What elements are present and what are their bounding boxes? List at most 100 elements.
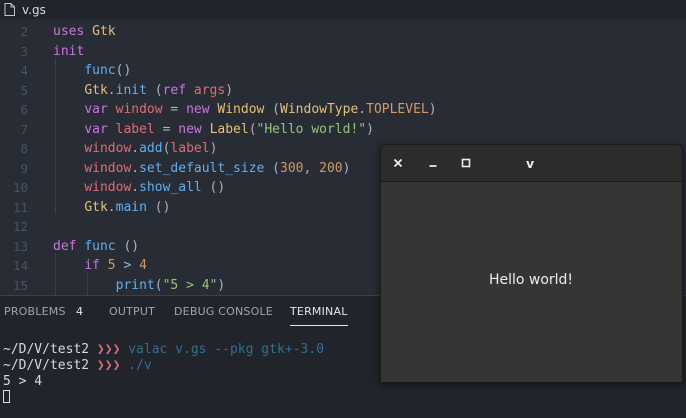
code-token: Label (209, 121, 249, 137)
code-text: window.add(label) (53, 139, 217, 159)
code-text: def func () (53, 237, 139, 257)
code-token: () (115, 63, 132, 78)
code-token: Gtk (92, 24, 116, 39)
code-token: . (131, 180, 140, 195)
code-text: print("5 > 4") (53, 276, 226, 296)
code-token: "Hello world!" (256, 121, 367, 137)
tab-debug-console[interactable]: DEBUG CONSOLE (174, 305, 273, 318)
tab-output[interactable]: OUTPUT (109, 305, 155, 318)
code-text: var label = new Label("Hello world!") (53, 120, 374, 140)
prompt-arrows: ❯❯❯ (96, 358, 121, 373)
code-token: . (358, 102, 367, 117)
code-token: Window (217, 102, 265, 117)
code-line[interactable]: 2 uses Gtk (0, 22, 686, 42)
code-token: , (303, 160, 320, 176)
terminal-input-line[interactable] (3, 390, 10, 406)
tab-problems[interactable]: PROBLEMS (4, 305, 66, 318)
code-token: ( (264, 160, 280, 176)
code-token: 4 (139, 258, 147, 273)
code-token: ) (342, 160, 351, 176)
code-text: Gtk.main () (53, 198, 170, 218)
code-token: init (53, 43, 85, 59)
code-line[interactable]: 7 var label = new Label("Hello world!") (0, 120, 686, 140)
code-line[interactable]: 4 func() (0, 61, 686, 81)
code-line[interactable]: 3 init (0, 42, 686, 62)
code-token: ( (146, 82, 163, 98)
line-number: 13 (12, 238, 28, 254)
line-number: 4 (20, 63, 28, 78)
file-icon (4, 3, 15, 16)
code-token: WindowType (280, 102, 359, 117)
tab-v-gs[interactable]: v.gs (0, 0, 46, 19)
code-text: uses Gtk (53, 22, 116, 42)
line-number: 14 (12, 258, 28, 273)
code-line[interactable]: 6 var window = new Window (WindowType.TO… (0, 100, 686, 120)
line-number: 2 (20, 24, 28, 39)
code-token: label (115, 121, 155, 137)
minimize-icon[interactable] (425, 155, 441, 171)
code-token: () (115, 238, 140, 254)
code-line[interactable]: 5 Gtk.init (ref args) (0, 81, 686, 101)
line-number: 7 (20, 121, 28, 137)
window-title: v (526, 156, 535, 171)
code-token: ( (248, 121, 257, 137)
code-token: print (115, 277, 155, 293)
code-token: add (139, 141, 163, 156)
terminal-cursor (3, 390, 10, 403)
code-token: . (131, 160, 140, 176)
problems-count-badge: 4 (76, 305, 83, 318)
maximize-icon[interactable] (458, 155, 474, 171)
line-number: 10 (12, 180, 28, 195)
code-token: 5 (107, 258, 116, 273)
code-token: window (115, 102, 163, 117)
code-token: Gtk (84, 82, 108, 98)
terminal-output: 5 > 4 (3, 374, 43, 389)
line-number: 3 (20, 43, 28, 59)
terminal-prompt: ~/D/V/test2 (3, 342, 90, 357)
code-token: new (178, 121, 202, 137)
code-token: ) (209, 141, 218, 156)
code-text: func() (53, 61, 131, 81)
code-token: ( (264, 102, 281, 117)
code-text: var window = new Window (WindowType.TOPL… (53, 100, 437, 120)
code-token: var (84, 121, 108, 137)
code-token: "5 > 4" (162, 277, 218, 293)
terminal-command: ./v (128, 358, 152, 373)
code-token: if (84, 258, 100, 273)
code-token: ) (217, 277, 226, 293)
code-token: ) (366, 121, 374, 137)
terminal-prompt: ~/D/V/test2 (3, 358, 90, 373)
code-token: new (186, 102, 210, 117)
close-icon[interactable] (390, 155, 406, 171)
tab-terminal[interactable]: TERMINAL (290, 305, 348, 326)
tab-title: v.gs (22, 2, 46, 17)
line-number: 5 (20, 82, 28, 98)
code-token: ( (154, 277, 163, 293)
code-token: ) (428, 102, 437, 117)
code-token: window (84, 160, 132, 176)
line-number: 9 (20, 160, 28, 176)
code-token: uses (53, 24, 93, 39)
code-text: window.set_default_size (300, 200) (53, 159, 350, 179)
code-text: window.show_all () (53, 178, 225, 198)
window-titlebar[interactable]: v (381, 145, 682, 182)
code-token: > (115, 258, 140, 273)
line-number: 6 (20, 102, 28, 117)
code-token: func (84, 238, 116, 254)
gtk-window[interactable]: v Hello world! (380, 144, 683, 383)
line-number: 11 (12, 199, 28, 215)
code-token: . (107, 82, 116, 98)
hello-label: Hello world! (488, 272, 574, 288)
